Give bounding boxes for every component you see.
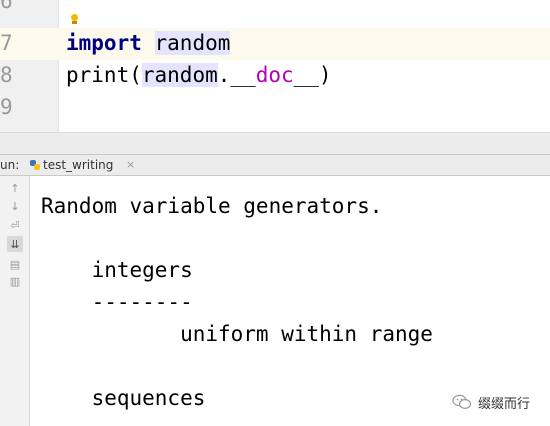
close-icon[interactable]: × (126, 158, 135, 171)
output-line: sequences (41, 386, 206, 410)
python-file-icon (30, 160, 40, 170)
lightbulb-icon[interactable] (70, 14, 79, 26)
console-output[interactable]: Random variable generators. integers ---… (30, 176, 550, 426)
run-tool-window-header: un: test_writing × (0, 154, 550, 176)
code-line-7[interactable]: 7 import random (0, 28, 550, 60)
run-tab-label: test_writing (43, 158, 114, 172)
arrow-down-icon[interactable]: ↓ (7, 198, 23, 214)
soft-wrap-icon[interactable]: ⏎ (7, 217, 23, 233)
dunder-suffix: __ (293, 63, 319, 87)
arrow-up-icon[interactable]: ↑ (7, 180, 23, 196)
watermark-text: 缀缀而行 (478, 397, 531, 412)
wechat-icon (452, 394, 472, 410)
code-editor[interactable]: 6 7 import random 8 print(random.__doc__… (0, 0, 550, 132)
output-line: uniform within range (41, 322, 433, 346)
trash-icon[interactable]: ▥ (7, 273, 23, 289)
output-line: integers (41, 258, 193, 282)
module-reference: random (141, 63, 218, 87)
run-label: un: (0, 158, 20, 172)
output-line: Random variable generators. (41, 194, 383, 218)
dot: . (217, 63, 231, 87)
output-line: -------- (41, 290, 193, 314)
line-number: 8 (0, 63, 13, 87)
code-line-6[interactable]: 6 (0, 0, 550, 18)
print-function: print (66, 63, 130, 87)
print-icon[interactable]: ▤ (7, 256, 23, 272)
line-number: 9 (0, 95, 13, 119)
open-paren: ( (129, 63, 142, 87)
panel-splitter[interactable] (0, 132, 550, 155)
close-paren: ) (318, 63, 332, 87)
dunder-name: doc (255, 63, 294, 87)
code-text: import random (66, 29, 231, 57)
code-line-9[interactable]: 9 (0, 92, 550, 124)
code-line-8[interactable]: 8 print(random.__doc__) (0, 60, 550, 92)
import-keyword: import (66, 31, 142, 55)
code-text: print(random.__doc__) (66, 61, 332, 89)
scroll-to-end-icon[interactable]: ⇊ (7, 236, 23, 252)
line-number: 7 (0, 31, 13, 55)
line-number: 6 (0, 0, 13, 13)
module-name: random (154, 31, 231, 55)
run-tab[interactable]: test_writing × (28, 155, 135, 175)
dunder-prefix: __ (230, 63, 256, 87)
run-toolbar: ↑ ↓ ⏎ ⇊ ▤ ▥ (0, 176, 30, 426)
